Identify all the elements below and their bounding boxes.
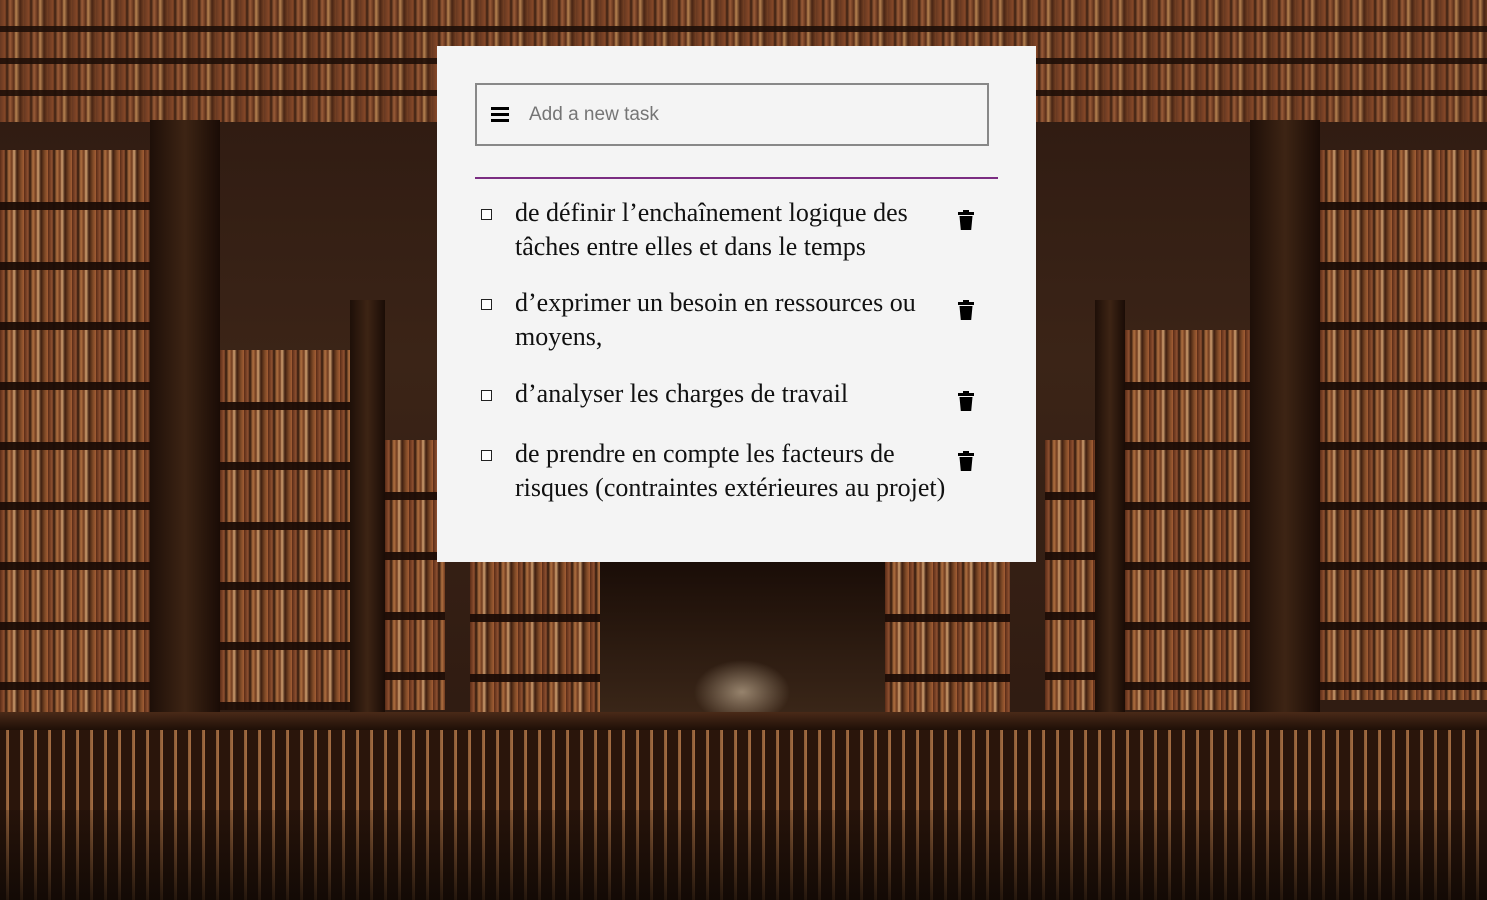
divider [475,177,998,179]
trash-icon[interactable] [958,300,974,320]
background-pillar [1095,300,1125,720]
background-bookshelf [1125,330,1250,710]
task-list: de définir l’enchaînement logique des tâ… [475,196,998,537]
background-bookshelf [0,150,150,720]
task-item: de définir l’enchaînement logique des tâ… [475,196,998,286]
trash-icon[interactable] [958,451,974,471]
background-bookshelf [470,562,600,722]
task-item: d’analyser les charges de travail [475,377,998,437]
task-checkbox[interactable] [481,390,492,401]
background-bookshelf [1045,440,1095,710]
background-bookshelf [1320,150,1487,700]
background-pillar [150,120,220,720]
background-pillar [1250,120,1320,720]
task-checkbox[interactable] [481,209,492,220]
task-text: de prendre en compte les facteurs de ris… [515,439,946,502]
todo-card: de définir l’enchaînement logique des tâ… [437,46,1036,562]
trash-icon[interactable] [958,210,974,230]
background-balcony [0,712,1487,900]
hamburger-menu-icon[interactable] [491,107,509,123]
task-checkbox[interactable] [481,450,492,461]
task-item: d’exprimer un besoin en ressources ou mo… [475,286,998,377]
task-checkbox[interactable] [481,299,492,310]
task-text: d’exprimer un besoin en ressources ou mo… [515,288,916,351]
background-bookshelf [885,562,1010,722]
new-task-input[interactable] [527,95,971,135]
trash-icon[interactable] [958,391,974,411]
new-task-field [475,83,989,146]
task-item: de prendre en compte les facteurs de ris… [475,437,998,537]
task-text: d’analyser les charges de travail [515,379,849,408]
task-text: de définir l’enchaînement logique des tâ… [515,198,908,261]
background-bookshelf [385,440,445,710]
background-bookshelf [220,350,350,710]
background-pillar [350,300,385,720]
